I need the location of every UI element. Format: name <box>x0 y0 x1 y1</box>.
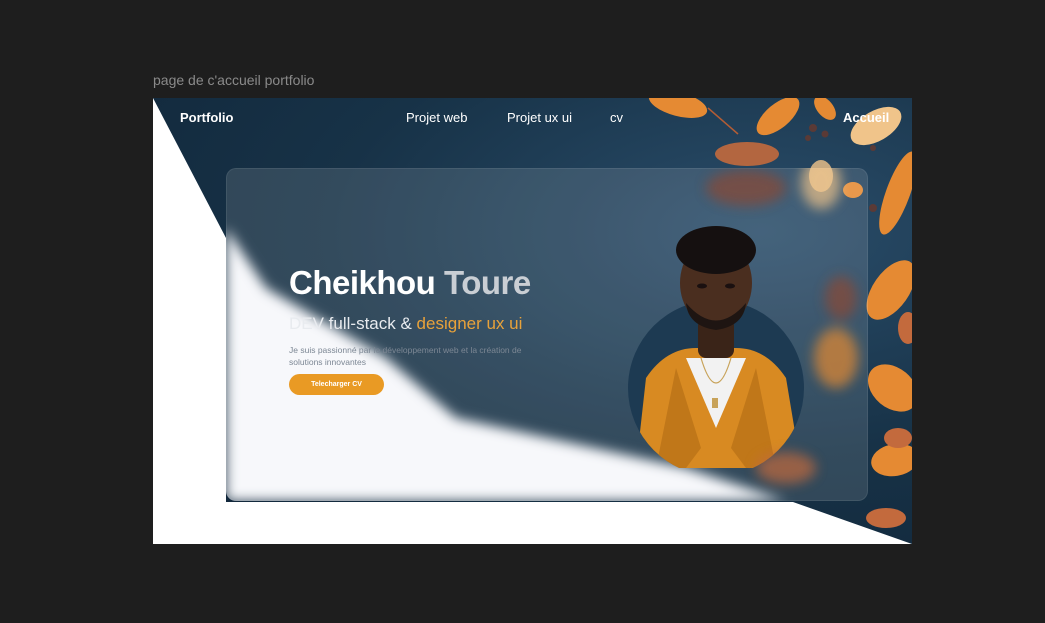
nav-link-projet-ux-ui[interactable]: Projet ux ui <box>507 110 572 125</box>
top-nav: Portfolio Projet web Projet ux ui cv Acc… <box>153 98 912 138</box>
nav-link-projet-web[interactable]: Projet web <box>406 110 467 125</box>
portfolio-frame: Cheikhou Toure DEV full-stack & designer… <box>153 98 912 544</box>
brand-logo[interactable]: Portfolio <box>180 110 233 125</box>
frame-label: page de c'accueil portfolio <box>153 72 315 88</box>
hero-card: Cheikhou Toure DEV full-stack & designer… <box>226 168 868 501</box>
nav-link-cv[interactable]: cv <box>610 110 623 125</box>
blurred-leaves <box>706 168 858 484</box>
nav-link-accueil[interactable]: Accueil <box>843 110 889 125</box>
